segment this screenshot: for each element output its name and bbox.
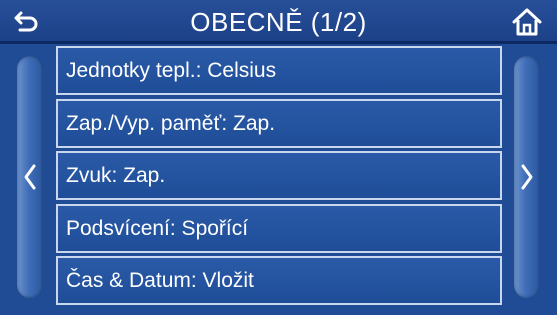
menu-item-sound[interactable]: Zvuk: Zap. (56, 151, 502, 200)
previous-page-button[interactable] (17, 56, 43, 298)
home-icon (512, 8, 542, 36)
chevron-left-icon (24, 164, 36, 190)
next-page-button[interactable] (514, 56, 540, 298)
title-bar: OBECNĚ (1/2) (0, 0, 557, 44)
settings-menu: Jednotky tepl.: Celsius Zap./Vyp. paměť:… (56, 44, 502, 309)
menu-item-time-date[interactable]: Čas & Datum: Vložit (56, 256, 502, 305)
settings-screen: OBECNĚ (1/2) Jednotky tepl.: Celsius Zap… (0, 0, 557, 315)
chevron-right-icon (521, 164, 533, 190)
menu-item-memory[interactable]: Zap./Vyp. paměť: Zap. (56, 98, 502, 148)
home-button[interactable] (509, 4, 545, 40)
menu-item-temperature-units[interactable]: Jednotky tepl.: Celsius (56, 46, 502, 95)
menu-item-backlight[interactable]: Podsvícení: Spořící (56, 203, 502, 253)
page-title: OBECNĚ (1/2) (190, 7, 367, 37)
